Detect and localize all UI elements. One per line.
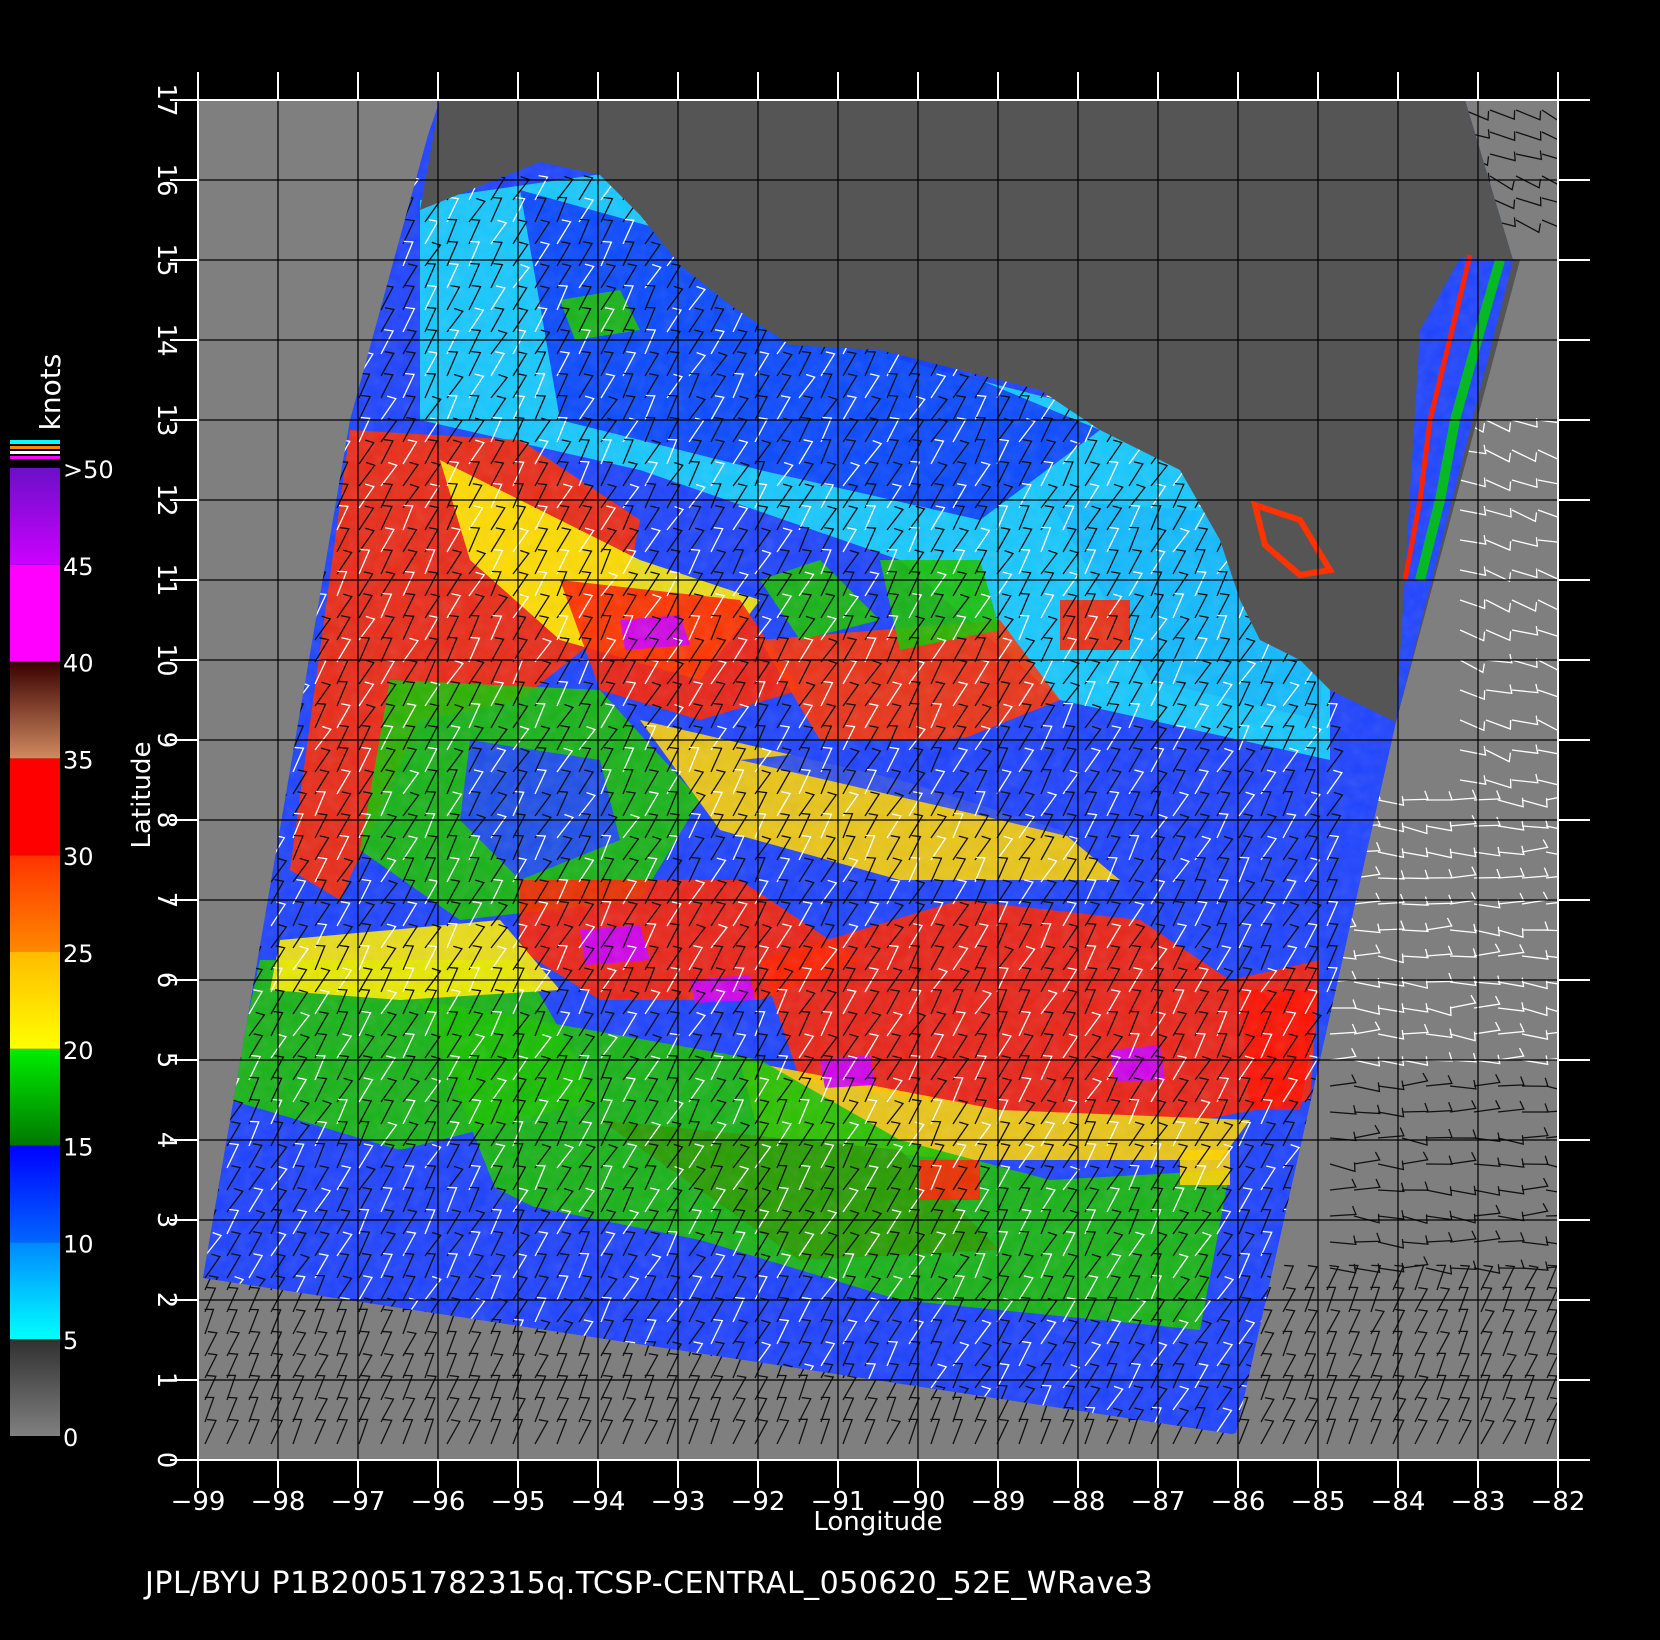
y-tick-label: 6 bbox=[151, 972, 181, 989]
colorbar-label: 25 bbox=[63, 940, 94, 968]
y-tick-label: 7 bbox=[151, 892, 181, 909]
x-tick-label: −87 bbox=[1131, 1487, 1186, 1517]
y-axis-label: Latitude bbox=[127, 741, 157, 848]
colorbar-segment bbox=[10, 468, 60, 565]
y-tick-label: 14 bbox=[151, 323, 181, 356]
x-tick-label: −84 bbox=[1371, 1487, 1426, 1517]
colorbar-cap bbox=[10, 446, 60, 449]
x-tick-label: −93 bbox=[651, 1487, 706, 1517]
y-tick-label: 2 bbox=[151, 1292, 181, 1309]
colorbar-unit: knots bbox=[34, 354, 67, 431]
y-tick-label: 12 bbox=[151, 483, 181, 516]
colorbar-segment bbox=[10, 564, 60, 662]
x-axis-label: Longitude bbox=[813, 1507, 942, 1537]
colorbar-label: 5 bbox=[63, 1327, 78, 1355]
y-tick-label: 16 bbox=[151, 163, 181, 196]
colorbar-cap bbox=[10, 440, 60, 444]
colorbar-label: 45 bbox=[63, 553, 94, 581]
x-tick-label: −97 bbox=[331, 1487, 386, 1517]
colorbar-segment bbox=[10, 952, 60, 1049]
colorbar-segment bbox=[10, 758, 60, 856]
colorbar-segment bbox=[10, 661, 60, 759]
x-tick-label: −82 bbox=[1531, 1487, 1586, 1517]
colorbar-label: 40 bbox=[63, 650, 94, 678]
colorbar-segment bbox=[10, 1145, 60, 1243]
y-tick-label: 0 bbox=[151, 1452, 181, 1469]
colorbar-segment bbox=[10, 1048, 60, 1146]
colorbar-label: 15 bbox=[63, 1134, 94, 1162]
colorbar-label: >50 bbox=[63, 456, 114, 484]
colorbar-segment bbox=[10, 1242, 60, 1340]
colorbar-label: 10 bbox=[63, 1230, 94, 1258]
colorbar-label: 30 bbox=[63, 843, 94, 871]
colorbar-label: 20 bbox=[63, 1037, 94, 1065]
x-tick-label: −95 bbox=[491, 1487, 546, 1517]
y-tick-label: 10 bbox=[151, 643, 181, 676]
y-tick-label: 13 bbox=[151, 403, 181, 436]
x-tick-label: −98 bbox=[251, 1487, 306, 1517]
x-tick-label: −85 bbox=[1291, 1487, 1346, 1517]
x-tick-label: −88 bbox=[1051, 1487, 1106, 1517]
y-tick-label: 17 bbox=[151, 83, 181, 116]
colorbar-label: 35 bbox=[63, 746, 94, 774]
colorbar-segment bbox=[10, 855, 60, 952]
footer-caption: JPL/BYU P1B20051782315q.TCSP-CENTRAL_050… bbox=[145, 1566, 1154, 1601]
colorbar-cap bbox=[10, 456, 60, 459]
wind-speed-map: −99 −98 −97 −96 −95 −94 −93 −92 −91 −90 −89 −88 −87−… bbox=[10, 72, 1590, 1537]
y-tick-label: 15 bbox=[151, 243, 181, 276]
colorbar-cap bbox=[10, 451, 60, 454]
y-tick-label: 3 bbox=[151, 1212, 181, 1229]
x-tick-label: −89 bbox=[971, 1487, 1026, 1517]
colorbar-segment bbox=[10, 1339, 60, 1436]
x-tick-label: −99 bbox=[171, 1487, 226, 1517]
colorbar bbox=[10, 440, 60, 1436]
x-tick-label: −96 bbox=[411, 1487, 466, 1517]
y-tick-label: 1 bbox=[151, 1372, 181, 1389]
y-tick-label: 5 bbox=[151, 1052, 181, 1069]
colorbar-label: 0 bbox=[63, 1424, 78, 1452]
x-tick-label: −94 bbox=[571, 1487, 626, 1517]
x-tick-label: −86 bbox=[1211, 1487, 1266, 1517]
y-tick-label: 11 bbox=[151, 563, 181, 596]
colorbar-labels: 0 5 10 15 20 25 30 35 40 45 >50 bbox=[63, 456, 114, 1452]
y-tick-label: 4 bbox=[151, 1132, 181, 1149]
x-tick-label: −83 bbox=[1451, 1487, 1506, 1517]
x-tick-label: −92 bbox=[731, 1487, 786, 1517]
